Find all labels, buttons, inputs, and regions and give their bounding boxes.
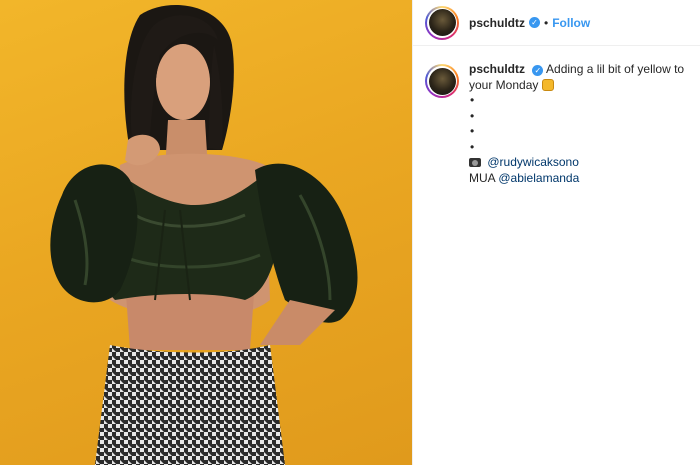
avatar-ring (427, 7, 457, 38)
photo-credit-line: @rudywicaksono (469, 155, 695, 171)
camera-icon (469, 158, 481, 167)
post-photo[interactable] (0, 0, 412, 465)
verified-icon: ✓ (529, 17, 540, 28)
username-link[interactable]: pschuldtz (469, 16, 525, 30)
caption-body: pschuldtz ✓ Adding a lil bit of yellow t… (469, 62, 695, 186)
post-photo-illustration (50, 5, 358, 465)
caption-username-link[interactable]: pschuldtz (469, 62, 525, 76)
post-header: pschuldtz ✓ • Follow (413, 0, 700, 46)
mua-label: MUA (469, 170, 496, 185)
caption-bullet: • (470, 93, 475, 107)
mua-credit-line: MUA @abielamanda (469, 171, 695, 187)
caption-avatar[interactable] (425, 64, 459, 98)
separator-dot: • (544, 15, 549, 30)
caption-bullet: • (470, 108, 475, 123)
post-side-panel: pschuldtz ✓ • Follow pschuldtz ✓ Adding … (412, 0, 700, 465)
post-caption: pschuldtz ✓ Adding a lil bit of yellow t… (425, 62, 695, 186)
hand-emoji-icon (541, 78, 554, 91)
caption-bullet: • (470, 124, 475, 138)
caption-bullet: • (470, 139, 475, 154)
follow-button[interactable]: Follow (552, 16, 590, 30)
caption-avatar-ring (427, 66, 457, 96)
mua-mention[interactable]: @abielamanda (498, 171, 579, 185)
avatar-image (428, 9, 456, 36)
caption-verified-icon: ✓ (532, 65, 544, 77)
avatar[interactable] (425, 5, 459, 40)
caption-avatar-image (428, 67, 456, 95)
instagram-post: pschuldtz ✓ • Follow pschuldtz ✓ Adding … (0, 0, 700, 465)
photo-credit-mention[interactable]: @rudywicaksono (487, 155, 579, 169)
